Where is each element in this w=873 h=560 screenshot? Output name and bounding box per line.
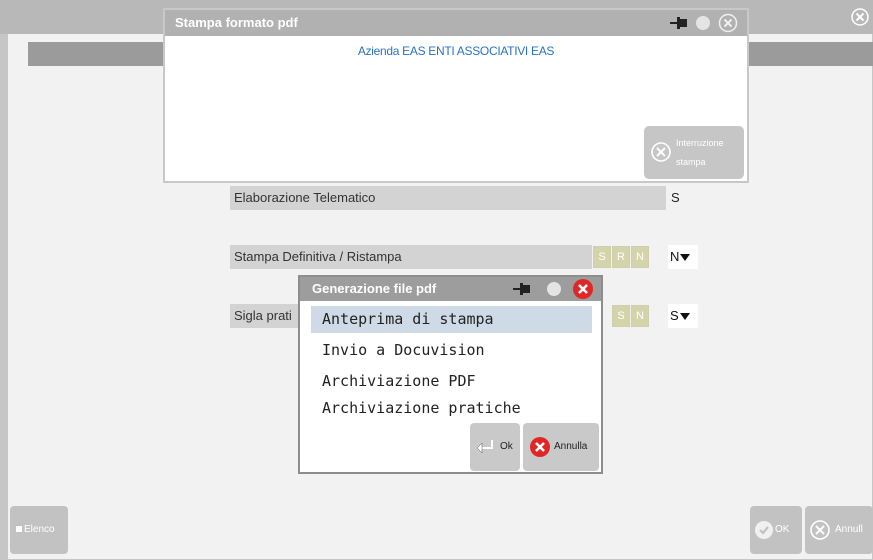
cancel-icon (530, 437, 550, 457)
generation-dialog-title: Generazione file pdf (312, 281, 437, 296)
sigla-option-s[interactable]: S (612, 305, 630, 327)
generation-dialog-titlebar: Generazione file pdf (300, 277, 601, 301)
minimize-circle-icon[interactable] (546, 281, 562, 297)
menu-item-anteprima[interactable]: Anteprima di stampa (311, 306, 592, 333)
elenco-label: Elenco (24, 524, 55, 535)
cancel-icon (651, 142, 671, 162)
print-window-titlebar: Stampa formato pdf (165, 10, 747, 36)
elaborazione-telematico-value[interactable]: S (671, 186, 680, 210)
sigla-selected: S (670, 308, 679, 323)
stampa-definitiva-label: Stampa Definitiva / Ristampa (230, 245, 592, 269)
menu-item-archiviazione-pratiche[interactable]: Archiviazione pratiche (311, 395, 592, 422)
stampa-definitiva-option-r[interactable]: R (612, 246, 630, 268)
dialog-ok-label: Ok (500, 441, 513, 452)
elenco-button[interactable]: Elenco (10, 506, 68, 554)
cancel-icon (810, 520, 830, 540)
close-icon[interactable] (718, 13, 738, 33)
menu-item-archiviazione-pdf[interactable]: Archiviazione PDF (311, 368, 592, 395)
ok-button[interactable]: OK (750, 506, 802, 554)
company-label: Azienda EAS ENTI ASSOCIATIVI EAS (357, 44, 555, 58)
sigla-option-n[interactable]: N (631, 305, 649, 327)
print-window: Stampa formato pdf Azienda EAS ENTI ASSO… (163, 8, 749, 183)
interrupt-print-button[interactable]: Interruzione stampa (644, 126, 744, 179)
interrupt-label-line2: stampa (676, 157, 706, 167)
check-icon (755, 521, 773, 539)
enter-icon (476, 440, 493, 454)
stampa-definitiva-option-n[interactable]: N (631, 246, 649, 268)
pin-icon[interactable] (513, 283, 531, 295)
menu-item-docuvision[interactable]: Invio a Docuvision (311, 337, 592, 364)
dialog-annulla-button[interactable]: Annulla (523, 423, 599, 471)
close-icon[interactable] (851, 8, 869, 26)
elaborazione-telematico-label: Elaborazione Telematico (230, 186, 666, 210)
annulla-button[interactable]: Annull (805, 506, 873, 554)
chevron-down-icon (680, 254, 691, 262)
chevron-down-icon (679, 313, 690, 321)
pin-icon[interactable] (670, 17, 688, 29)
stampa-definitiva-option-s[interactable]: S (593, 246, 611, 268)
stampa-definitiva-selected: N (670, 249, 680, 264)
sigla-select[interactable]: S (668, 304, 698, 328)
dialog-ok-button[interactable]: Ok (470, 423, 520, 471)
ok-label: OK (775, 524, 790, 535)
minimize-circle-icon[interactable] (695, 15, 711, 31)
list-icon (16, 526, 22, 532)
interrupt-label-line1: Interruzione (676, 138, 724, 148)
close-icon[interactable] (572, 278, 594, 300)
annulla-label: Annull (835, 524, 863, 535)
generation-dialog: Generazione file pdf Anteprima di stampa… (298, 275, 603, 474)
dialog-annulla-label: Annulla (554, 441, 588, 452)
print-window-title: Stampa formato pdf (175, 15, 298, 30)
stampa-definitiva-select[interactable]: N (668, 245, 698, 269)
